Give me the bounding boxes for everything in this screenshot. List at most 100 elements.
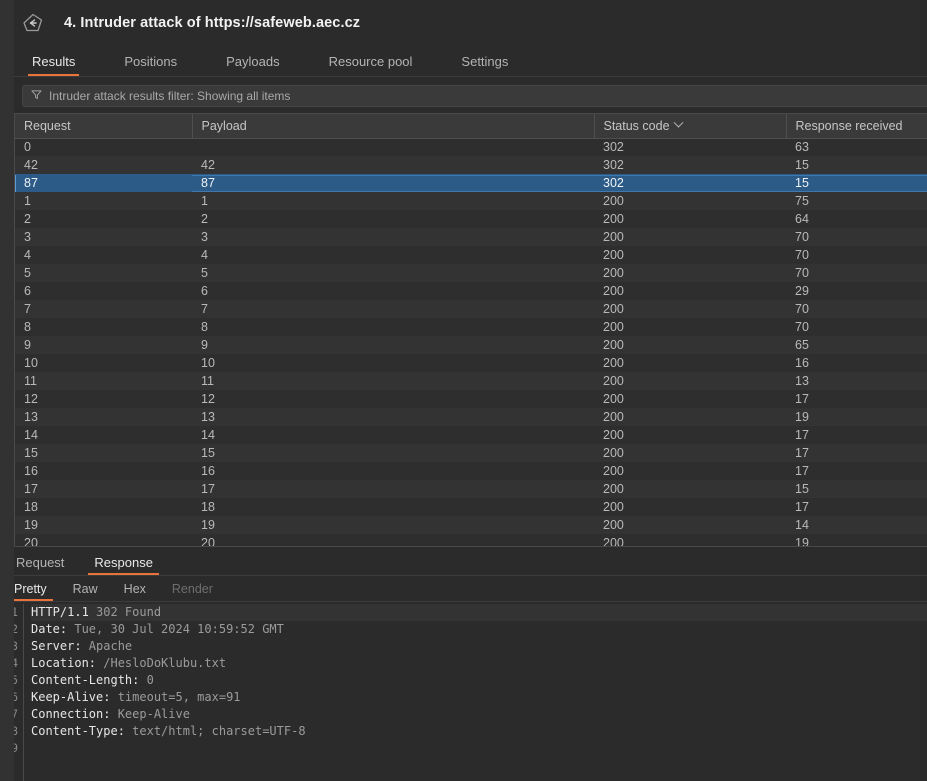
table-row[interactable]: 0 302 63: [15, 138, 927, 156]
table-row[interactable]: 5 5 200 70: [15, 264, 927, 282]
table-row[interactable]: 10 10 200 16: [15, 354, 927, 372]
tab-payloads-label: Payloads: [226, 54, 280, 69]
intruder-attack-window: 4. Intruder attack of https://safeweb.ae…: [0, 0, 927, 781]
tab-resource-pool[interactable]: Resource pool: [325, 54, 417, 76]
table-row[interactable]: 87 87 302 15: [15, 174, 927, 192]
cell-response-received: 70: [786, 318, 927, 336]
header-value: 0: [139, 673, 154, 687]
tab-request[interactable]: Request: [10, 555, 70, 575]
cell-request: 8: [15, 318, 192, 336]
table-row[interactable]: 12 12 200 17: [15, 390, 927, 408]
column-header-payload[interactable]: Payload: [192, 114, 595, 139]
response-line: Date: Tue, 30 Jul 2024 10:59:52 GMT: [31, 621, 927, 638]
table-row[interactable]: 15 15 200 17: [15, 444, 927, 462]
cell-status-code: 200: [594, 498, 786, 516]
response-line: HTTP/1.1 302 Found: [31, 604, 927, 621]
response-line: Keep-Alive: timeout=5, max=91: [31, 689, 927, 706]
view-tab-render: Render: [166, 582, 219, 601]
header-value: Apache: [81, 639, 133, 653]
cell-status-code: 200: [594, 480, 786, 498]
header-name: Connection:: [31, 707, 111, 721]
view-tab-pretty[interactable]: Pretty: [8, 582, 53, 601]
header-name: Content-Type:: [31, 724, 125, 738]
results-table-container[interactable]: Request Payload Status code Response rec…: [14, 113, 927, 546]
left-edge-strip: [0, 0, 14, 781]
cell-status-code: 200: [594, 192, 786, 210]
cell-status-code: 200: [594, 264, 786, 282]
view-tab-render-label: Render: [171, 582, 213, 596]
column-header-response-received[interactable]: Response received: [786, 114, 927, 139]
cell-payload: 18: [192, 498, 594, 516]
table-row[interactable]: 9 9 200 65: [15, 336, 927, 354]
cell-status-code: 302: [594, 156, 786, 174]
cell-response-received: 13: [786, 372, 927, 390]
cell-payload: 19: [192, 516, 594, 534]
cell-response-received: 64: [786, 210, 927, 228]
table-row[interactable]: 13 13 200 19: [15, 408, 927, 426]
table-row[interactable]: 17 17 200 15: [15, 480, 927, 498]
table-row[interactable]: 6 6 200 29: [15, 282, 927, 300]
view-tab-hex[interactable]: Hex: [118, 582, 152, 601]
cell-request: 17: [15, 480, 192, 498]
response-line: Location: /HesloDoKlubu.txt: [31, 655, 927, 672]
table-row[interactable]: 8 8 200 70: [15, 318, 927, 336]
cell-response-received: 14: [786, 516, 927, 534]
table-row[interactable]: 42 42 302 15: [15, 156, 927, 174]
column-header-response-received-label: Response received: [795, 118, 903, 133]
header-value: Tue, 30 Jul 2024 10:59:52 GMT: [67, 622, 284, 636]
cell-response-received: 17: [786, 444, 927, 462]
table-row[interactable]: 11 11 200 13: [15, 372, 927, 390]
table-row[interactable]: 14 14 200 17: [15, 426, 927, 444]
view-tab-raw-label: Raw: [72, 582, 98, 596]
response-body-text[interactable]: HTTP/1.1 302 Found Date: Tue, 30 Jul 2024…: [24, 604, 927, 781]
tab-settings[interactable]: Settings: [457, 54, 512, 76]
cell-request: 4: [15, 246, 192, 264]
results-table: Request Payload Status code Response rec…: [15, 114, 927, 546]
chevron-down-icon[interactable]: [673, 117, 683, 128]
column-header-status-code-label: Status code: [603, 118, 670, 133]
table-row[interactable]: 1 1 200 75: [15, 192, 927, 210]
table-row[interactable]: 20 20 200 19: [15, 534, 927, 546]
cell-response-received: 19: [786, 408, 927, 426]
tab-resource-pool-label: Resource pool: [328, 54, 413, 69]
table-row[interactable]: 19 19 200 14: [15, 516, 927, 534]
column-header-status-code[interactable]: Status code: [594, 114, 787, 139]
table-row[interactable]: 3 3 200 70: [15, 228, 927, 246]
filter-label: Intruder attack results filter: Showing …: [49, 89, 291, 103]
column-header-request[interactable]: Request: [15, 114, 193, 139]
cell-response-received: 15: [786, 480, 927, 498]
cell-status-code: 302: [594, 174, 786, 192]
response-line: Server: Apache: [31, 638, 927, 655]
cell-request: 12: [15, 390, 192, 408]
tab-results-label: Results: [32, 54, 76, 69]
view-tab-hex-label: Hex: [123, 582, 146, 596]
table-row[interactable]: 2 2 200 64: [15, 210, 927, 228]
cell-request: 0: [15, 138, 192, 156]
table-row[interactable]: 18 18 200 17: [15, 498, 927, 516]
response-viewer[interactable]: 123456789 HTTP/1.1 302 Found Date: Tue, 3…: [0, 602, 927, 781]
tab-response-label: Response: [94, 555, 153, 570]
tab-results[interactable]: Results: [28, 54, 80, 76]
back-arrow-icon[interactable]: [18, 8, 48, 38]
header-name: Date:: [31, 622, 68, 636]
cell-payload: 87: [192, 174, 594, 192]
table-row[interactable]: 7 7 200 70: [15, 300, 927, 318]
table-row[interactable]: 4 4 200 70: [15, 246, 927, 264]
cell-request: 87: [15, 174, 192, 192]
cell-request: 14: [15, 426, 192, 444]
tab-response[interactable]: Response: [88, 555, 159, 575]
results-filter-bar[interactable]: Intruder attack results filter: Showing …: [22, 85, 927, 107]
cell-request: 13: [15, 408, 192, 426]
tab-positions[interactable]: Positions: [120, 54, 181, 76]
tab-settings-label: Settings: [461, 54, 509, 69]
table-row[interactable]: 16 16 200 17: [15, 462, 927, 480]
cell-response-received: 17: [786, 426, 927, 444]
view-tab-raw[interactable]: Raw: [67, 582, 104, 601]
cell-status-code: 200: [594, 282, 786, 300]
cell-status-code: 200: [594, 462, 786, 480]
cell-payload: 6: [192, 282, 594, 300]
tab-payloads[interactable]: Payloads: [222, 54, 283, 76]
cell-response-received: 65: [786, 336, 927, 354]
cell-response-received: 70: [786, 246, 927, 264]
cell-payload: 11: [192, 372, 594, 390]
